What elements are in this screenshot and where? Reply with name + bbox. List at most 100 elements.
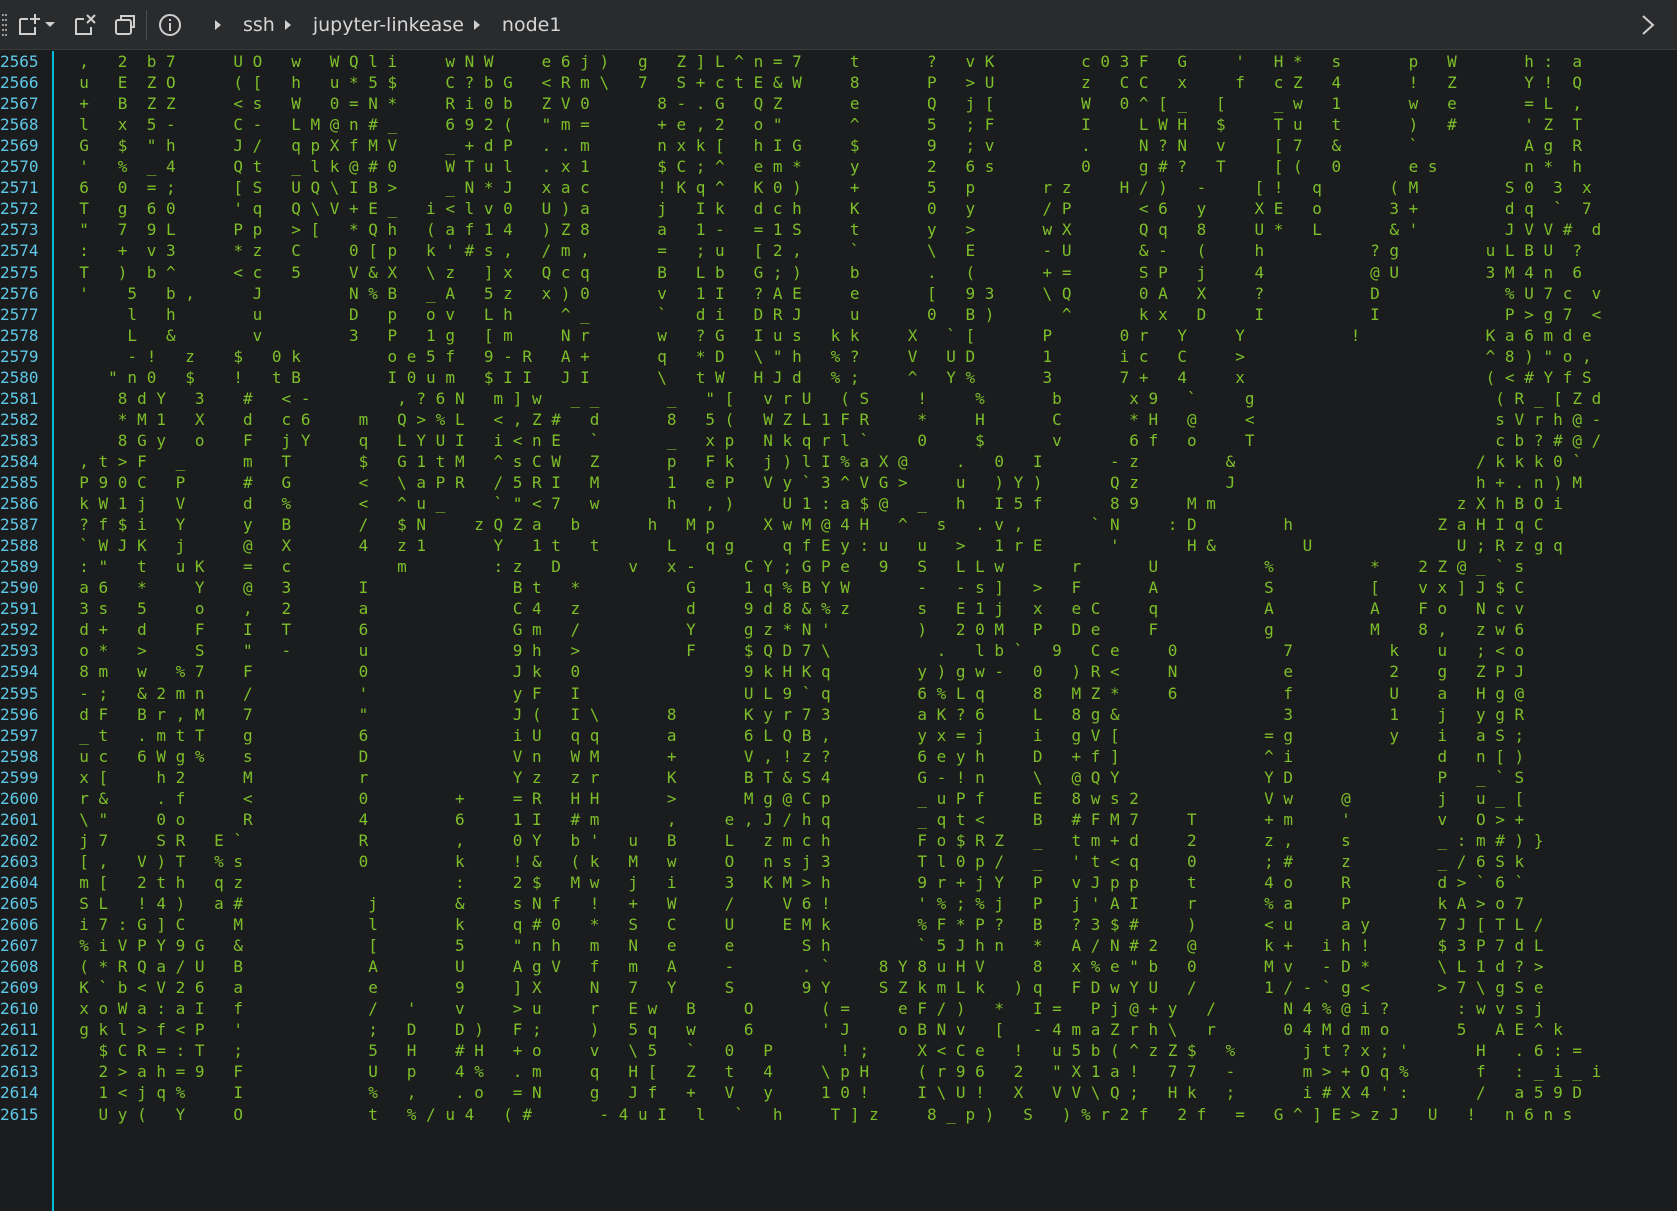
line-text: d F B r , M 7 " J ( I \ 8 K y r 7 3 a K … — [60, 704, 1525, 724]
line-text: u E Z O ( [ h u * 5 $ C ? b G < R m \ 7 … — [60, 73, 1582, 93]
terminal-line: 2582 * M 1 X d c 6 m Q > % L < , Z # d 8… — [0, 409, 1677, 431]
line-text: 8 m w % 7 F 0 J k 0 9 k H K q y ) g w - … — [60, 662, 1525, 682]
terminal-line: 2569 G $ " h J / q p X f M V _ + d P . .… — [0, 135, 1677, 157]
terminal-line: 2612 $ C R = : T ; 5 H # H + o v \ 5 ` 0… — [0, 1040, 1677, 1062]
breadcrumb-arrow-icon — [473, 20, 480, 30]
line-number: 2595 — [0, 683, 39, 703]
terminal-output[interactable]: 2565 , 2 b 7 U O w W Q l i w N W e 6 j )… — [0, 51, 1677, 1211]
line-number: 2586 — [0, 494, 39, 514]
terminal-line: 2574 : + v 3 * z C 0 [ p k ' # s , / m ,… — [0, 240, 1677, 262]
line-text: r & . f < 0 + = R H H > M g @ C p _ u P … — [60, 788, 1525, 808]
line-text: 8 d Y 3 # < - , ? 6 N m ] w _ _ _ " [ v … — [60, 388, 1602, 408]
line-number: 2565 — [0, 52, 39, 71]
terminal-line: 2601 \ " 0 o R 4 6 1 I # m , e , J / h q… — [0, 809, 1677, 831]
line-number: 2613 — [0, 1062, 39, 1082]
terminal-line: 2572 T g 6 0 ' q Q \ V + E _ i < l v 0 U… — [0, 198, 1677, 220]
line-text: " 7 9 L P p > [ * Q h ( a f 1 4 ) Z 8 a … — [60, 220, 1602, 240]
line-number: 2614 — [0, 1083, 39, 1103]
line-number: 2608 — [0, 957, 39, 977]
drag-handle-icon[interactable] — [2, 14, 8, 36]
line-number: 2585 — [0, 473, 39, 492]
line-text: l x 5 - C - L M @ n # _ 6 9 2 ( " m = + … — [60, 115, 1582, 135]
line-number: 2593 — [0, 641, 39, 661]
chevron-right-icon[interactable] — [1641, 14, 1655, 36]
line-number: 2601 — [0, 809, 39, 829]
line-number: 2605 — [0, 894, 39, 913]
line-text: * M 1 X d c 6 m Q > % L < , Z # d 8 5 ( … — [60, 409, 1602, 429]
line-text: " n 0 $ ! t B I 0 u m $ I I J I \ t W H … — [60, 367, 1592, 387]
breadcrumb-item-host[interactable]: jupyter-linkease — [313, 14, 464, 36]
line-text: : + v 3 * z C 0 [ p k ' # s , / m , = ; … — [60, 241, 1582, 261]
line-text: U y ( Y O t % / u 4 ( # - 4 u I l ` h T … — [60, 1104, 1573, 1124]
terminal-line: 2583 8 G y o F j Y q L Y U I i < n E ` _… — [0, 430, 1677, 452]
line-number: 2611 — [0, 1020, 39, 1040]
line-text: , 2 b 7 U O w W Q l i w N W e 6 j ) g Z … — [60, 52, 1582, 71]
terminal-line: 2592 d + d F I T 6 G m / Y g z * N ' ) 2… — [0, 619, 1677, 641]
line-text: 8 G y o F j Y q L Y U I i < n E ` _ x p … — [60, 430, 1602, 450]
line-text: S L ! 4 ) a # j & s N f ! + W / V 6 ! ' … — [60, 894, 1525, 913]
line-number: 2578 — [0, 325, 39, 345]
line-text: $ C R = : T ; 5 H # H + o v \ 5 ` 0 P ! … — [60, 1041, 1582, 1061]
terminal-line: 2585 P 9 0 C P # G < \ a P R / 5 R I M 1… — [0, 472, 1677, 494]
info-icon — [159, 14, 181, 36]
line-number: 2571 — [0, 178, 39, 198]
breadcrumb-arrow-icon — [215, 20, 221, 30]
terminal-line: 2597 _ t . m t T g 6 i U q q a 6 L Q B ,… — [0, 725, 1677, 747]
line-number: 2567 — [0, 94, 39, 114]
line-text: l h u D p o v L h ^ _ ` d i D R J u 0 B … — [60, 304, 1602, 324]
terminal-line: 2576 ' 5 b , J N % B _ A 5 z x ) 0 v 1 I… — [0, 283, 1677, 305]
line-number: 2598 — [0, 746, 39, 766]
terminal-line: 2581 8 d Y 3 # < - , ? 6 N m ] w _ _ _ "… — [0, 388, 1677, 410]
line-number: 2594 — [0, 662, 39, 682]
terminal-line: 2591 3 s 5 o , 2 a C 4 z d 9 d 8 & % z s… — [0, 598, 1677, 620]
terminal-line: 2607 % i V P Y 9 G & [ 5 " n h m N e e S… — [0, 935, 1677, 957]
new-window-button[interactable] — [108, 8, 142, 42]
line-text: % i V P Y 9 G & [ 5 " n h m N e e S h ` … — [60, 936, 1544, 956]
line-text: + B Z Z < s W 0 = N * R i 0 b Z V 0 8 - … — [60, 94, 1582, 114]
terminal-line: 2599 x [ h 2 M r Y z z r K B T & S 4 G -… — [0, 767, 1677, 789]
line-text: o * > S " - u 9 h > F $ Q D 7 \ . l b ` … — [60, 641, 1525, 661]
terminal-line: 2598 u c 6 W g % s D V n W M + V , ! z ?… — [0, 746, 1677, 768]
terminal-line: 2578 L & v 3 P 1 g [ m N r w ? G I u s k… — [0, 325, 1677, 347]
new-tab-dropdown[interactable] — [40, 8, 60, 42]
dropdown-icon — [45, 22, 55, 27]
line-text: - ; & 2 m n / ' y F I U L 9 ` q 6 % L q … — [60, 683, 1525, 703]
detach-tab-icon — [75, 14, 96, 35]
line-text: ' % _ 4 Q t _ l k @ # 0 W T u l . x 1 $ … — [60, 157, 1582, 177]
line-number: 2600 — [0, 788, 39, 808]
line-number: 2592 — [0, 620, 39, 640]
line-text: i 7 : G ] C M l k q # 0 * S C U E M k % … — [60, 915, 1544, 935]
terminal-line: 2611 g k l > f < P ' ; D D ) F ; ) 5 q w… — [0, 1019, 1677, 1041]
line-number: 2612 — [0, 1041, 39, 1061]
line-number: 2568 — [0, 115, 39, 135]
line-text: m [ 2 t h q z : 2 $ M w j i 3 K M > h 9 … — [60, 872, 1525, 892]
line-text: ( * R Q a / U B A U A g V f m A - . ` 8 … — [60, 957, 1544, 977]
terminal-line: 2595 - ; & 2 m n / ' y F I U L 9 ` q 6 %… — [0, 683, 1677, 705]
line-number: 2588 — [0, 536, 39, 556]
breadcrumb-item-node[interactable]: node1 — [502, 14, 562, 36]
line-number: 2573 — [0, 220, 39, 240]
terminal-line: 2603 [ , V ) T % s 0 k ! & ( k M w O n s… — [0, 851, 1677, 873]
terminal-line: 2590 a 6 * Y @ 3 I B t * G 1 q % B Y W -… — [0, 577, 1677, 599]
terminal-line: 2580 " n 0 $ ! t B I 0 u m $ I I J I \ t… — [0, 367, 1677, 389]
line-text: 1 < j q % I % , . o = N g J f + V y 1 0 … — [60, 1083, 1582, 1103]
terminal-line: 2610 x o W a : a I f / ' v > u r E w B O… — [0, 998, 1677, 1020]
line-number: 2597 — [0, 725, 39, 745]
line-text: ? f $ i Y y B / $ N z Q Z a b h M p X w … — [60, 515, 1544, 535]
line-text: d + d F I T 6 G m / Y g z * N ' ) 2 0 M … — [60, 620, 1525, 640]
terminal-line: 2570 ' % _ 4 Q t _ l k @ # 0 W T u l . x… — [0, 156, 1677, 178]
line-number: 2599 — [0, 767, 39, 787]
toolbar-divider — [146, 10, 147, 40]
terminal-line: 2568 l x 5 - C - L M @ n # _ 6 9 2 ( " m… — [0, 114, 1677, 136]
info-button[interactable] — [153, 8, 187, 42]
line-number: 2572 — [0, 199, 39, 219]
line-number: 2587 — [0, 515, 39, 535]
terminal-line: 2605 S L ! 4 ) a # j & s N f ! + W / V 6… — [0, 893, 1677, 915]
line-text: a 6 * Y @ 3 I B t * G 1 q % B Y W - - s … — [60, 578, 1525, 598]
detach-tab-button[interactable] — [68, 8, 102, 42]
line-text: P 9 0 C P # G < \ a P R / 5 R I M 1 e P … — [60, 473, 1582, 492]
breadcrumb-item-ssh[interactable]: ssh — [243, 14, 275, 36]
terminal-line: 2587 ? f $ i Y y B / $ N z Q Z a b h M p… — [0, 514, 1677, 536]
line-number: 2574 — [0, 241, 39, 261]
terminal-line: 2604 m [ 2 t h q z : 2 $ M w j i 3 K M >… — [0, 872, 1677, 894]
